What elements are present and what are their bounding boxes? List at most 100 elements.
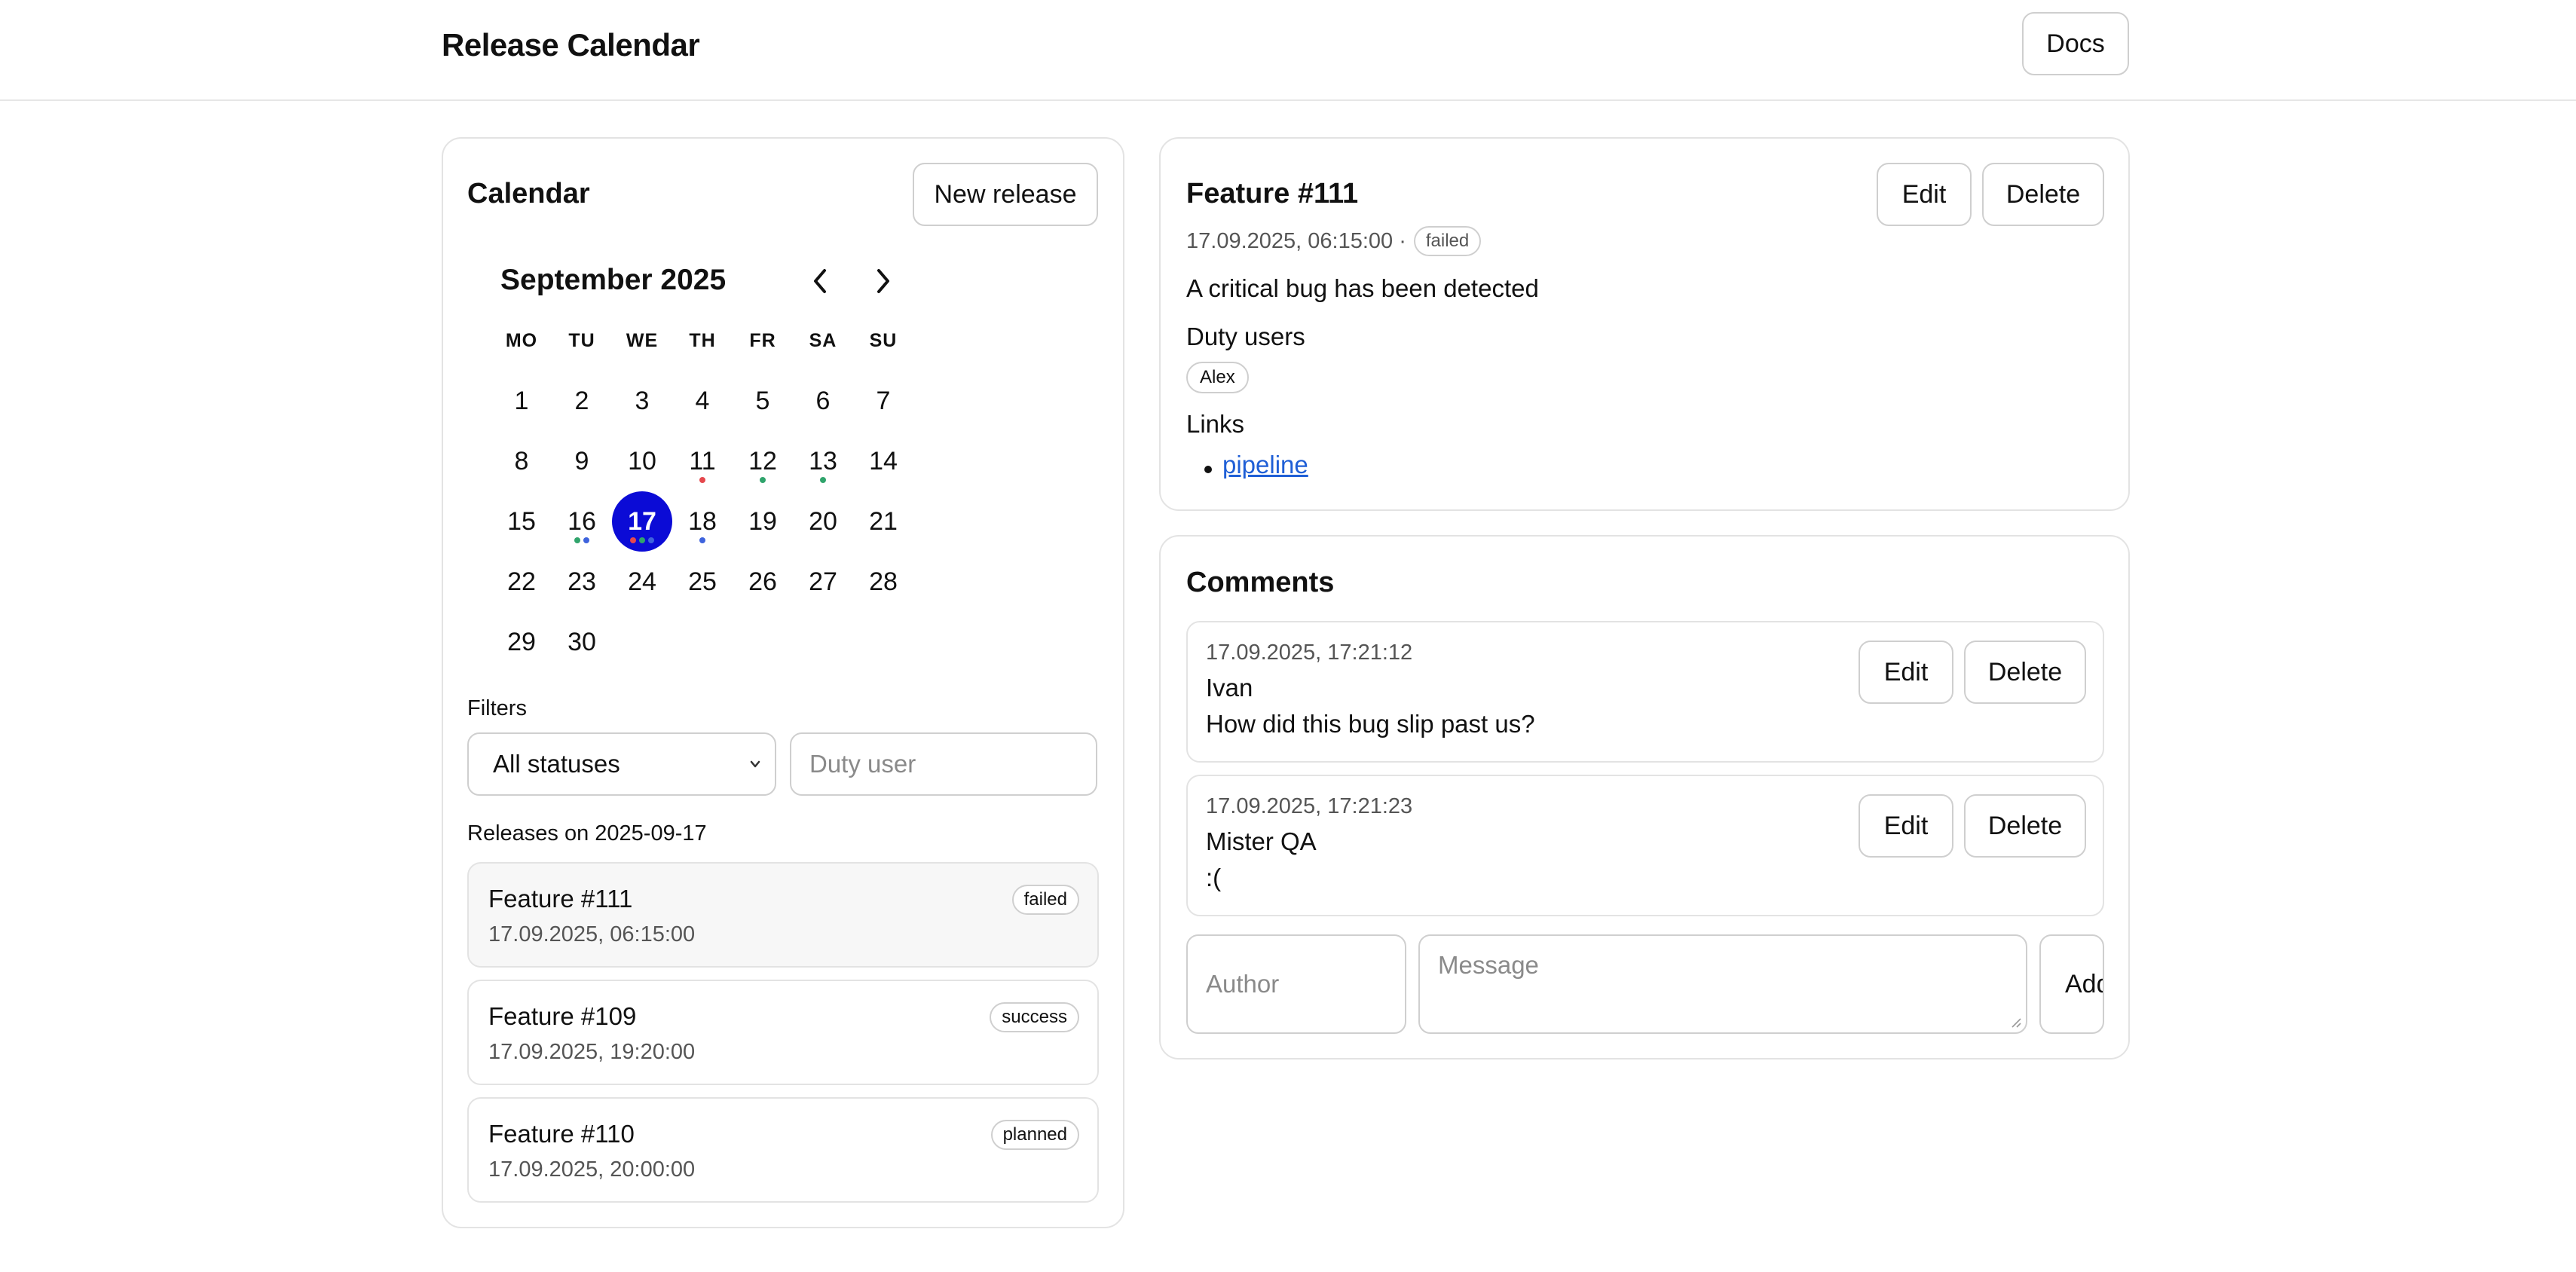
detail-meta: 17.09.2025, 06:15:00 · failed: [1186, 226, 1482, 256]
status-dot: [699, 537, 705, 543]
add-comment-button[interactable]: Add: [2039, 934, 2104, 1034]
new-release-button[interactable]: New release: [913, 163, 1098, 226]
day-number: 11: [689, 446, 716, 475]
calendar-day[interactable]: 22: [491, 552, 552, 612]
day-number: 2: [574, 386, 589, 415]
comment-author-input[interactable]: Author: [1186, 934, 1406, 1034]
day-number: 1: [514, 386, 529, 415]
edit-comment-button[interactable]: Edit: [1859, 641, 1953, 704]
day-number: 27: [809, 567, 837, 596]
weekday-label: TH: [689, 330, 716, 351]
day-number: 19: [748, 506, 777, 536]
comments-title: Comments: [1186, 567, 1335, 598]
calendar-day[interactable]: 2: [552, 371, 612, 431]
weekday-label: MO: [505, 330, 538, 351]
release-markers: [733, 477, 793, 483]
top-bar: Release Calendar Docs: [0, 0, 2576, 101]
day-number: 21: [869, 506, 898, 536]
release-name: Feature #110: [488, 1120, 635, 1148]
calendar-day[interactable]: 11: [672, 431, 733, 491]
day-number: 20: [809, 506, 837, 536]
calendar-day[interactable]: 4: [672, 371, 733, 431]
calendar-day[interactable]: 1: [491, 371, 552, 431]
day-number: 6: [815, 386, 831, 415]
calendar-day[interactable]: 17: [612, 491, 672, 552]
day-number: 9: [574, 446, 589, 475]
calendar-day[interactable]: 9: [552, 431, 612, 491]
comment-text: How did this bug slip past us?: [1206, 710, 1535, 738]
release-time: 17.09.2025, 06:15:00: [488, 922, 696, 946]
calendar-day[interactable]: 20: [793, 491, 853, 552]
calendar-title: Calendar: [467, 178, 590, 209]
calendar-day[interactable]: 3: [612, 371, 672, 431]
status-dot: [760, 477, 766, 483]
message-placeholder: Message: [1438, 951, 1539, 979]
edit-comment-button[interactable]: Edit: [1859, 794, 1953, 858]
release-time: 17.09.2025, 19:20:00: [488, 1040, 696, 1064]
calendar-day[interactable]: 26: [733, 552, 793, 612]
calendar-day[interactable]: 25: [672, 552, 733, 612]
calendar-day[interactable]: 12: [733, 431, 793, 491]
release-item[interactable]: Feature #111 17.09.2025, 06:15:00 failed: [467, 862, 1099, 968]
duty-users-label: Duty users: [1186, 323, 1305, 350]
calendar-day[interactable]: 16: [552, 491, 612, 552]
releases-label: Releases on 2025-09-17: [467, 821, 707, 845]
pipeline-link[interactable]: pipeline: [1222, 451, 1308, 479]
delete-comment-button[interactable]: Delete: [1964, 794, 2086, 858]
status-dot: [574, 537, 580, 543]
day-number: 25: [688, 567, 717, 596]
calendar-day[interactable]: 24: [612, 552, 672, 612]
delete-release-button[interactable]: Delete: [1982, 163, 2104, 226]
release-name: Feature #111: [488, 885, 633, 913]
release-item[interactable]: Feature #110 17.09.2025, 20:00:00 planne…: [467, 1097, 1099, 1203]
day-number: 16: [568, 506, 596, 536]
weekday-label: SA: [809, 330, 837, 351]
calendar-day[interactable]: 15: [491, 491, 552, 552]
comment-item: 17.09.2025, 17:21:23 Mister QA :( Edit D…: [1186, 775, 2104, 916]
resize-grip-icon[interactable]: [2009, 1016, 2021, 1028]
day-number: 7: [876, 386, 891, 415]
duty-user-input[interactable]: Duty user: [790, 732, 1097, 796]
release-markers: [552, 537, 612, 543]
status-dot: [820, 477, 826, 483]
calendar-day[interactable]: 14: [853, 431, 913, 491]
calendar-day[interactable]: 30: [552, 612, 612, 672]
delete-comment-button[interactable]: Delete: [1964, 641, 2086, 704]
day-number: 23: [568, 567, 596, 596]
duty-user-chip: Alex: [1186, 362, 1249, 393]
detail-description: A critical bug has been detected: [1186, 274, 1539, 302]
calendar-day[interactable]: 19: [733, 491, 793, 552]
day-number: 14: [869, 446, 898, 475]
comment-text: :(: [1206, 864, 1222, 891]
calendar-day[interactable]: 5: [733, 371, 793, 431]
calendar-day[interactable]: 28: [853, 552, 913, 612]
next-month-button[interactable]: [864, 262, 901, 300]
day-number: 18: [688, 506, 717, 536]
calendar-day[interactable]: 7: [853, 371, 913, 431]
status-dot: [699, 477, 705, 483]
day-number: 5: [755, 386, 770, 415]
prev-month-button[interactable]: [802, 262, 840, 300]
calendar-day[interactable]: 6: [793, 371, 853, 431]
calendar-day[interactable]: 13: [793, 431, 853, 491]
release-markers: [612, 537, 672, 543]
docs-button[interactable]: Docs: [2022, 12, 2129, 75]
comment-message-input[interactable]: Message: [1418, 934, 2027, 1034]
day-number: 17: [628, 506, 656, 536]
comment-time: 17.09.2025, 17:21:23: [1206, 794, 1413, 818]
release-item[interactable]: Feature #109 17.09.2025, 19:20:00 succes…: [467, 980, 1099, 1085]
calendar-day[interactable]: 21: [853, 491, 913, 552]
calendar-day[interactable]: 27: [793, 552, 853, 612]
day-number: 30: [568, 627, 596, 656]
calendar-day[interactable]: 29: [491, 612, 552, 672]
calendar-day[interactable]: 10: [612, 431, 672, 491]
calendar-day[interactable]: 18: [672, 491, 733, 552]
comment-time: 17.09.2025, 17:21:12: [1206, 641, 1413, 665]
status-filter-select[interactable]: All statuses: [467, 732, 776, 796]
calendar-day[interactable]: 23: [552, 552, 612, 612]
calendar-day[interactable]: 8: [491, 431, 552, 491]
edit-release-button[interactable]: Edit: [1877, 163, 1972, 226]
day-number: 26: [748, 567, 777, 596]
status-dot: [630, 537, 636, 543]
day-number: 8: [514, 446, 529, 475]
